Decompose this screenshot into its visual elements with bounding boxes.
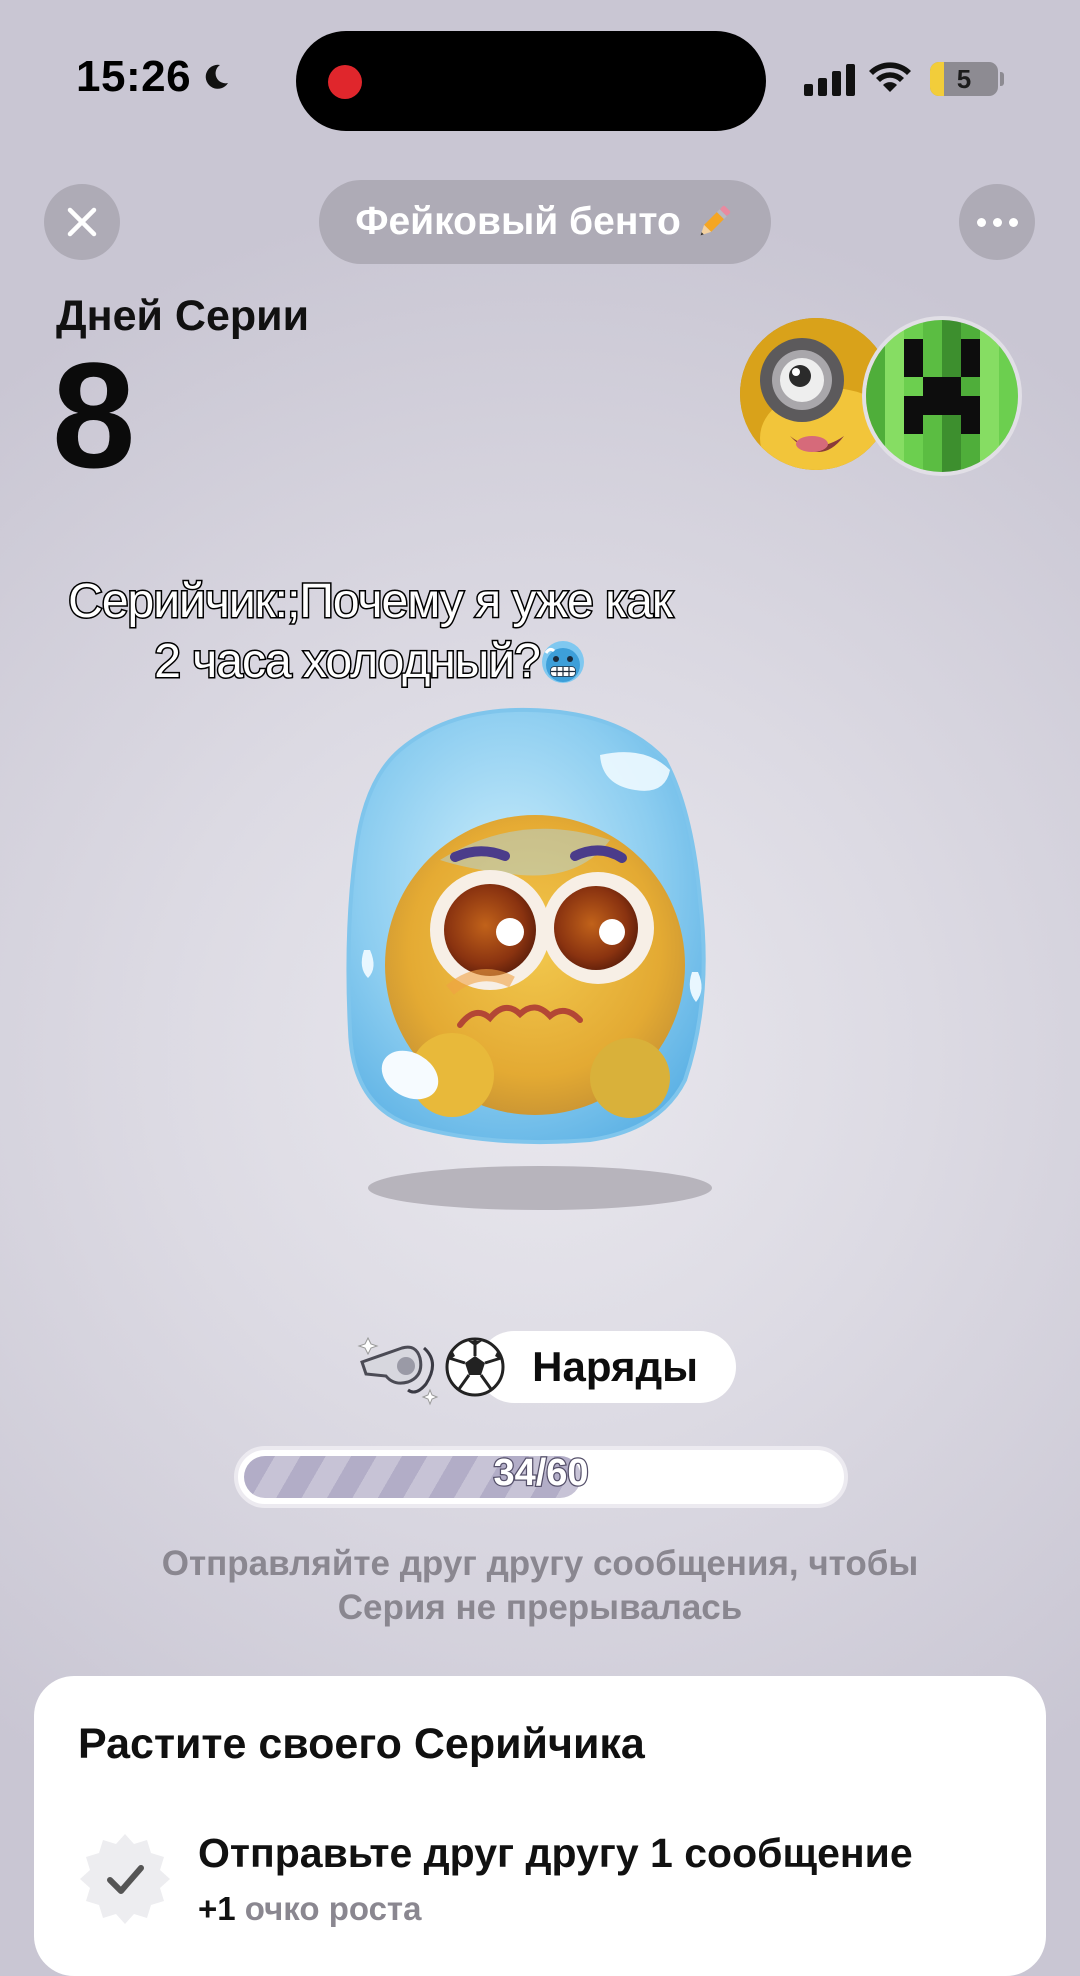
cold-face-emoji xyxy=(541,641,584,683)
close-button[interactable] xyxy=(44,184,120,260)
close-icon xyxy=(67,207,97,237)
check-badge-icon xyxy=(80,1834,170,1924)
chat-title: Фейковый бенто xyxy=(355,200,681,243)
task-reward-points: +1 xyxy=(198,1890,236,1927)
avatar-user[interactable] xyxy=(862,316,1022,476)
mascot-shadow xyxy=(368,1166,712,1210)
soccer-ball-icon xyxy=(445,1337,505,1397)
outfits-button[interactable]: Наряды xyxy=(478,1331,736,1403)
hint-line-1: Отправляйте друг другу сообщения, чтобы xyxy=(161,1544,919,1583)
streak-hint: Отправляйте друг другу сообщения, чтобы … xyxy=(90,1542,990,1630)
task-reward-text: очко роста xyxy=(244,1890,422,1927)
task-reward: +1 очко роста xyxy=(198,1890,421,1928)
battery-level: 5 xyxy=(956,63,972,94)
outfits-label: Наряды xyxy=(532,1343,698,1390)
frozen-streak-mascot[interactable] xyxy=(340,700,750,1220)
caption-line-1: Серийчик:;Почему я уже как xyxy=(67,574,675,630)
more-button[interactable] xyxy=(959,184,1035,260)
battery-icon: 5 xyxy=(930,62,998,96)
task-title: Отправьте друг другу 1 сообщение xyxy=(198,1830,913,1876)
caption-line-2: 2 часа холодный? xyxy=(153,634,543,690)
hint-line-2: Серия не прерывалась xyxy=(337,1588,743,1627)
status-time: 15:26 xyxy=(76,52,231,102)
signal-icon xyxy=(804,62,855,96)
chat-title-button[interactable]: Фейковый бенто xyxy=(319,180,771,264)
grow-card-title: Растите своего Серийчика xyxy=(78,1720,645,1768)
moon-icon xyxy=(205,64,229,89)
progress-value: 34/60 xyxy=(492,1451,590,1496)
video-caption: Серийчик:;Почему я уже как 2 часа холодн… xyxy=(0,572,740,692)
creeper-avatar-image xyxy=(866,320,1018,472)
whistle-icon xyxy=(357,1336,439,1406)
battery-nub xyxy=(1000,72,1004,86)
dynamic-island xyxy=(296,31,766,131)
more-icon xyxy=(976,217,1018,227)
streak-days: 8 xyxy=(52,331,136,499)
time-text: 15:26 xyxy=(76,52,192,101)
recording-indicator xyxy=(328,65,362,99)
pencil-icon xyxy=(700,205,730,236)
wifi-icon xyxy=(869,62,911,92)
